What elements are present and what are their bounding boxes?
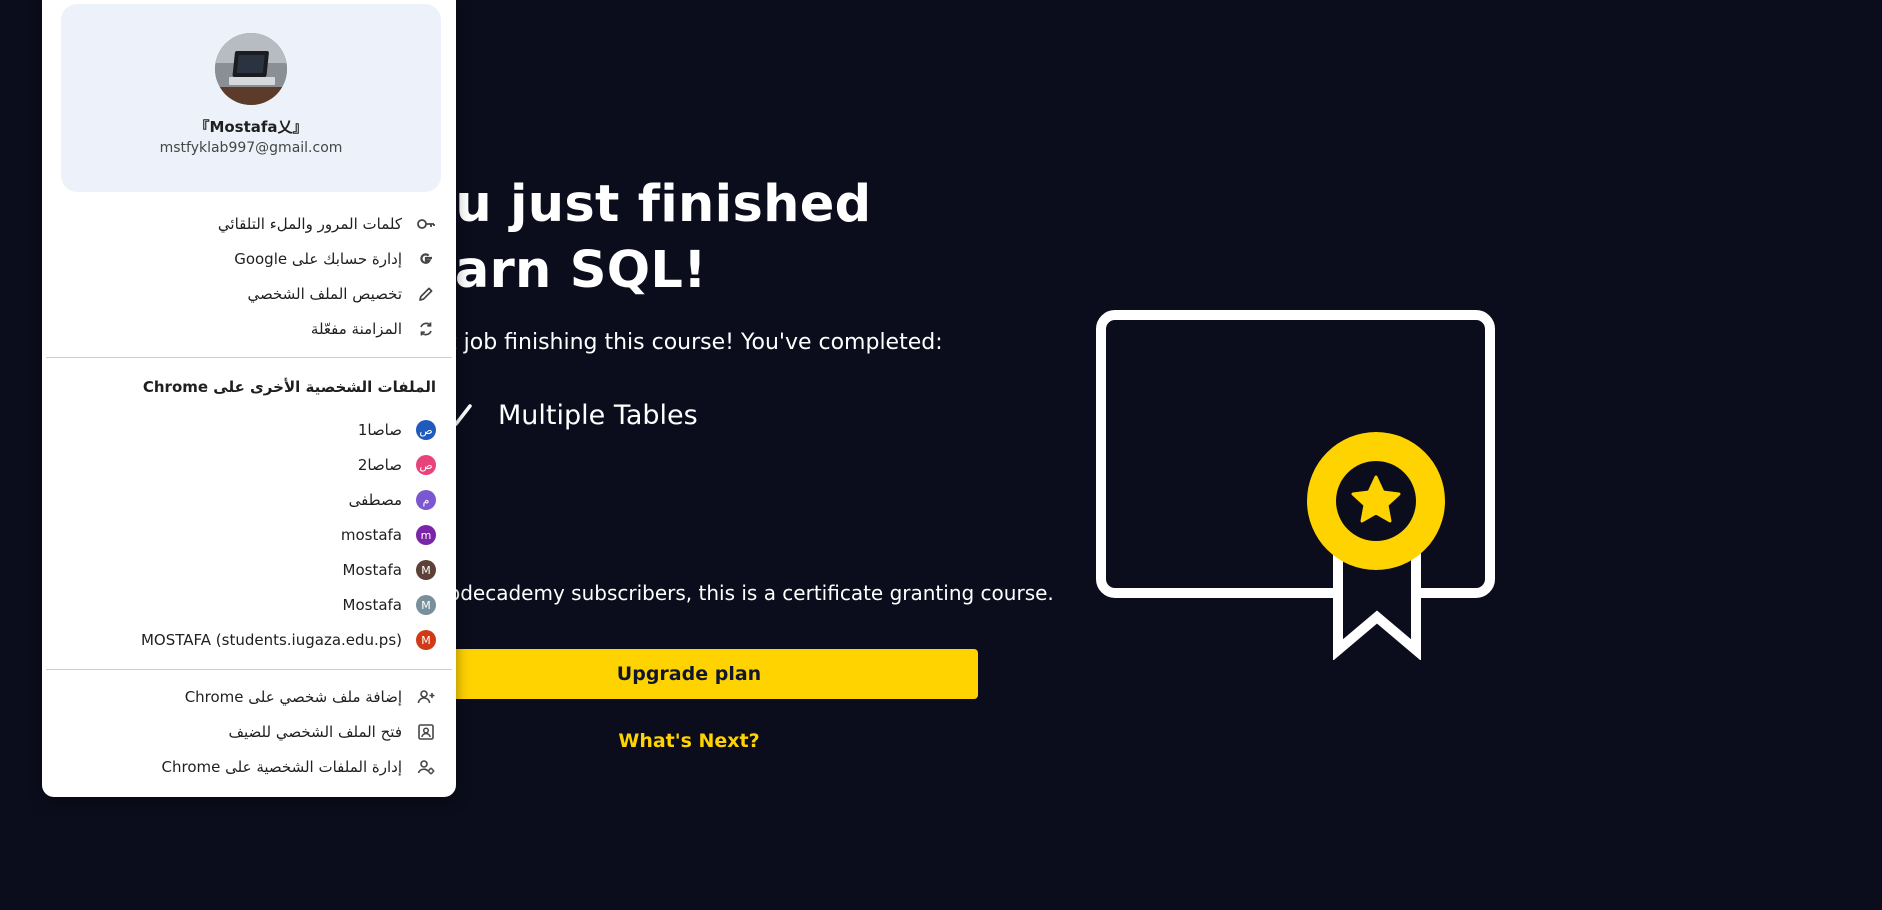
profile-item-sasa1[interactable]: ص صاصا1	[358, 415, 436, 445]
manage-profiles-icon	[416, 757, 436, 777]
completion-subtitle: t job finishing this course! You've comp…	[448, 330, 943, 355]
profile-avatar-badge: m	[416, 525, 436, 545]
sync-status-label: المزامنة مفعّلة	[310, 320, 402, 338]
passwords-autofill-item[interactable]: كلمات المرور والملء التلقائي	[218, 209, 436, 239]
profile-email: mstfyklab997@gmail.com	[159, 140, 343, 156]
profile-avatar-badge: M	[416, 560, 436, 580]
sync-icon	[416, 319, 436, 339]
manage-google-account-label: إدارة حسابك على Google	[234, 250, 402, 268]
profile-item-label: Mostafa	[342, 596, 402, 614]
profile-item-mostafa-brown[interactable]: M Mostafa	[343, 555, 436, 585]
completed-item: Multiple Tables	[448, 400, 698, 431]
divider	[46, 357, 452, 358]
profile-avatar-badge: م	[416, 490, 436, 510]
chrome-profile-menu: 『Mostafa乂』 mstfyklab997@gmail.com كلمات …	[42, 0, 456, 797]
profile-item-label: MOSTAFA (students.iugaza.edu.ps)	[140, 631, 402, 649]
profile-item-mostafa-grey[interactable]: M Mostafa	[343, 590, 436, 620]
passwords-autofill-label: كلمات المرور والملء التلقائي	[217, 215, 402, 233]
upgrade-plan-button[interactable]: Upgrade plan	[400, 649, 978, 699]
subscriber-note: odecademy subscribers, this is a certifi…	[448, 581, 1054, 605]
profile-item-label: mostafa	[340, 526, 402, 544]
profile-avatar-badge: ص	[416, 420, 436, 440]
sync-status-item[interactable]: المزامنة مفعّلة	[311, 314, 436, 344]
divider	[46, 669, 452, 670]
profile-avatar-badge: M	[416, 595, 436, 615]
customize-profile-label: تخصيص الملف الشخصي	[247, 285, 402, 303]
profile-item-mostafa-lower[interactable]: m mostafa	[341, 520, 436, 550]
certificate-icon	[1096, 310, 1495, 660]
profile-item-label: صاصا2	[357, 456, 402, 474]
profile-item-label: مصطفى	[348, 491, 402, 509]
customize-profile-item[interactable]: تخصيص الملف الشخصي	[247, 279, 436, 309]
profile-item-mostafa-students[interactable]: M MOSTAFA (students.iugaza.edu.ps)	[141, 625, 436, 655]
profile-item-sasa2[interactable]: ص صاصا2	[358, 450, 436, 480]
pencil-icon	[416, 284, 436, 304]
page-title: ou just finished earn SQL!	[420, 172, 1020, 304]
whats-next-link[interactable]: What's Next?	[400, 730, 978, 752]
profile-item-label: Mostafa	[342, 561, 402, 579]
title-line-2: earn SQL!	[420, 241, 707, 300]
manage-chrome-profiles-item[interactable]: إدارة الملفات الشخصية على Chrome	[162, 752, 436, 782]
laptop-photo-icon	[215, 33, 287, 105]
profile-avatar-badge: ص	[416, 455, 436, 475]
profile-card: 『Mostafa乂』 mstfyklab997@gmail.com	[61, 4, 441, 192]
avatar[interactable]	[215, 33, 287, 105]
profile-item-mostafa-arabic[interactable]: م مصطفى	[349, 485, 436, 515]
manage-google-account-item[interactable]: إدارة حسابك على Google	[234, 244, 436, 274]
profile-name: 『Mostafa乂』	[194, 118, 308, 136]
add-chrome-profile-label: إضافة ملف شخصي على Chrome	[184, 688, 402, 706]
title-line-1: ou just finished	[420, 175, 872, 234]
open-guest-profile-item[interactable]: فتح الملف الشخصي للضيف	[229, 717, 437, 747]
guest-profile-icon	[416, 722, 436, 742]
manage-chrome-profiles-label: إدارة الملفات الشخصية على Chrome	[161, 758, 402, 776]
add-chrome-profile-item[interactable]: إضافة ملف شخصي على Chrome	[185, 682, 436, 712]
completed-item-label: Multiple Tables	[498, 400, 698, 431]
add-person-icon	[416, 687, 436, 707]
key-icon	[416, 214, 436, 234]
profile-item-label: صاصا1	[357, 421, 402, 439]
other-profiles-heading: الملفات الشخصية الأخرى على Chrome	[142, 378, 436, 396]
profile-avatar-badge: M	[416, 630, 436, 650]
google-icon	[416, 249, 436, 269]
open-guest-profile-label: فتح الملف الشخصي للضيف	[228, 723, 403, 741]
